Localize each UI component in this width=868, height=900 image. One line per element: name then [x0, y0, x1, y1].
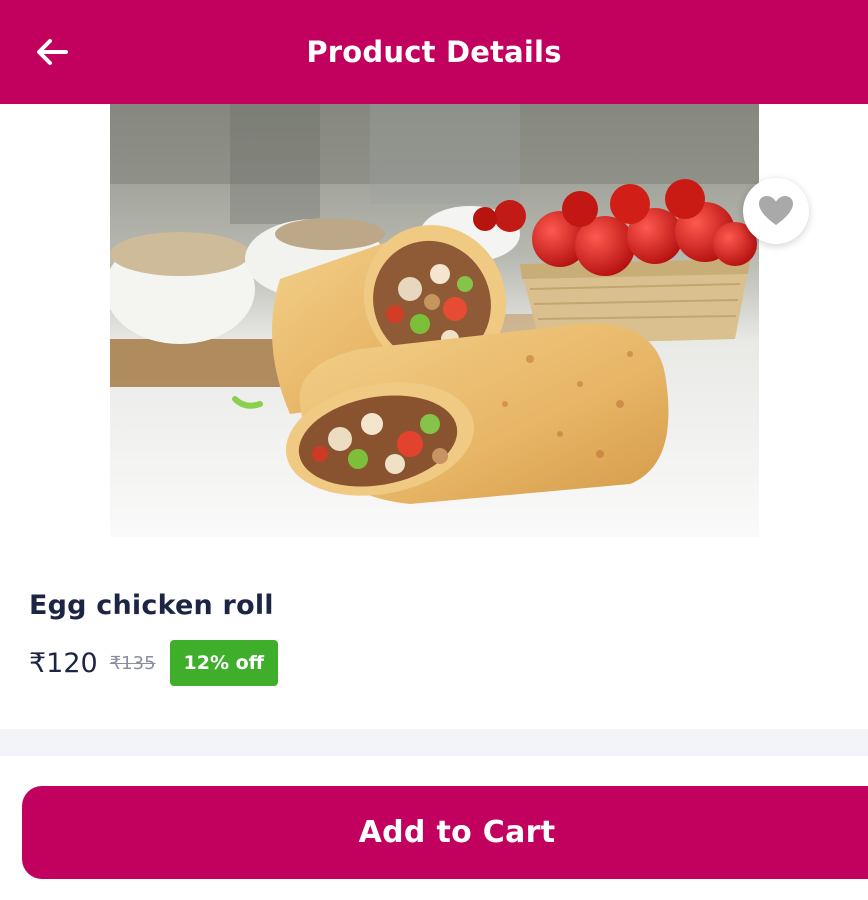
back-button[interactable]: [30, 32, 74, 72]
arrow-left-icon: [37, 39, 68, 65]
add-to-cart-button[interactable]: Add to Cart: [22, 786, 868, 879]
discount-badge: 12% off: [169, 640, 279, 686]
section-divider: [0, 729, 868, 756]
selling-price: ₹120: [29, 647, 98, 679]
heart-icon: [759, 196, 793, 225]
product-details-screen: Product Details Egg chicken roll ₹120 ₹1…: [0, 0, 868, 900]
page-title: Product Details: [306, 35, 562, 69]
add-to-cart-label: Add to Cart: [358, 815, 556, 850]
chicken-wrap-photo: [110, 104, 759, 537]
app-header: Product Details: [0, 0, 868, 104]
favorite-button[interactable]: [743, 178, 809, 244]
product-name: Egg chicken roll: [29, 590, 274, 621]
product-image: [110, 104, 759, 537]
original-price: ₹135: [109, 652, 156, 674]
price-row: ₹120 ₹135 12% off: [29, 640, 279, 686]
